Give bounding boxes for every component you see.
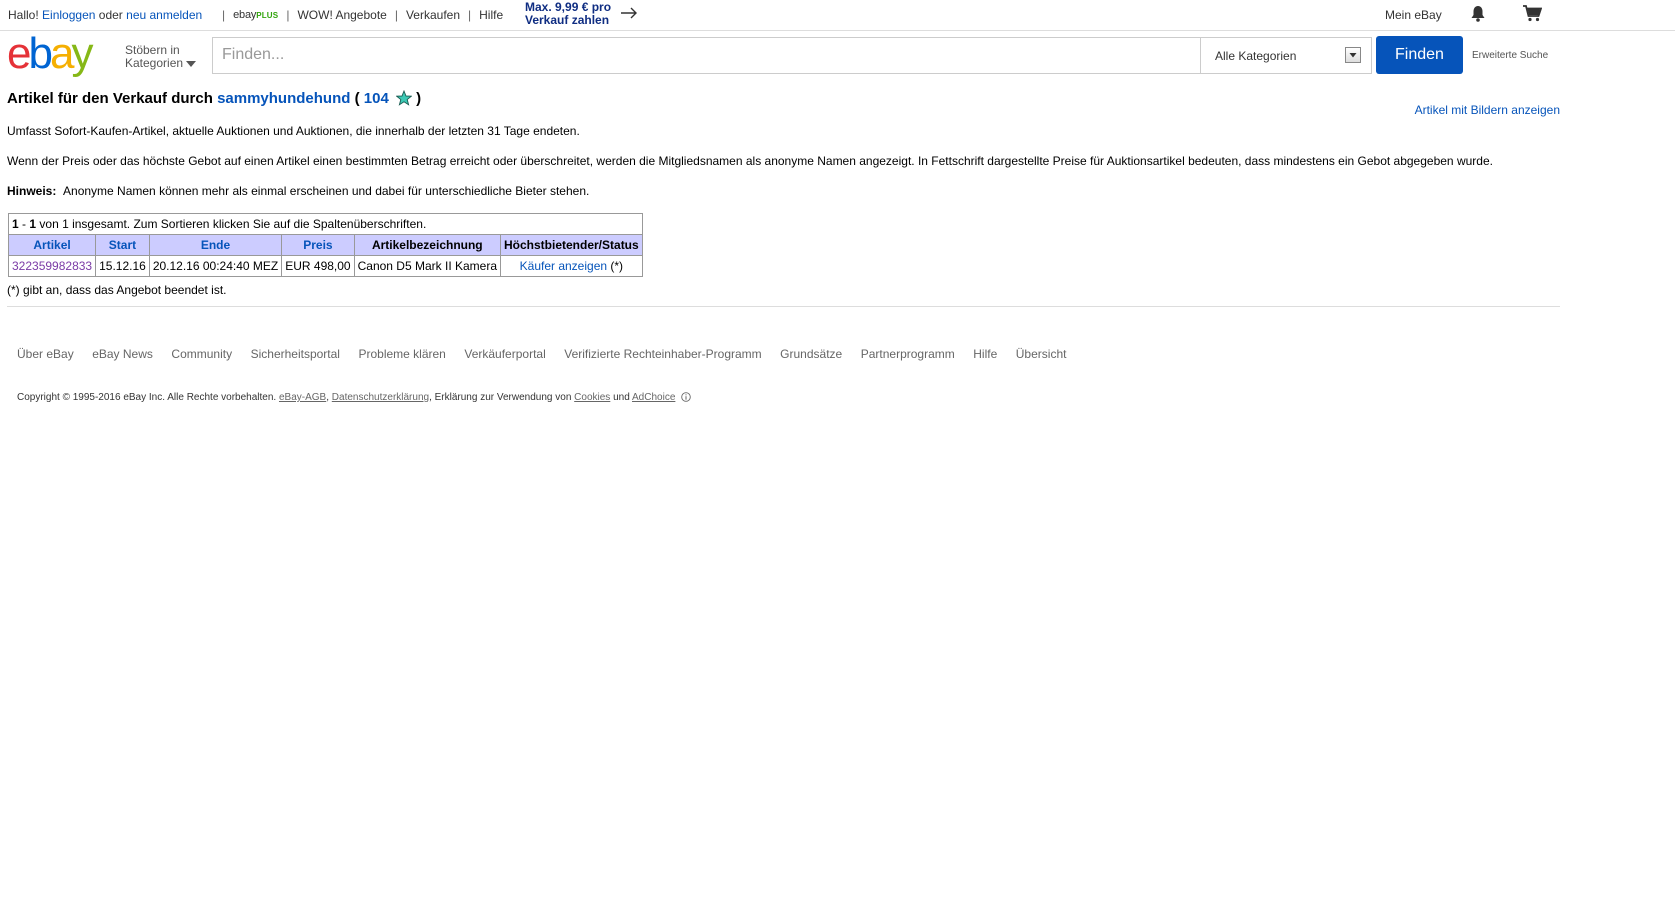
promo-banner[interactable]: Max. 9,99 € pro Verkauf zahlen [525,1,611,27]
price-cell: EUR 498,00 [281,255,355,277]
comma: , [326,392,330,403]
ended-mark: (*) [610,259,624,273]
ebay-plus-suffix: PLUS [256,11,279,20]
adchoice-link[interactable]: AdChoice [632,392,675,403]
chevron-down-icon[interactable] [186,54,196,72]
privacy-link[interactable]: Datenschutzerklärung [332,392,429,403]
svg-text:ebay: ebay [7,32,93,78]
footer-link-news[interactable]: eBay News [92,347,153,361]
cookies-link[interactable]: Cookies [574,392,610,403]
footer-link-security[interactable]: Sicherheitsportal [251,347,340,361]
anonymity-text: Wenn der Preis oder das höchste Gebot au… [7,154,1493,168]
status-cell: Käufer anzeigen (*) [500,255,643,277]
divider: | [222,8,226,22]
footer-link-partner[interactable]: Partnerprogramm [861,347,955,361]
footer-link-community[interactable]: Community [171,347,232,361]
search-button[interactable]: Finden [1376,36,1463,74]
top-bar: Hallo! Einloggen oder neu anmelden | eba… [0,0,1675,31]
divider: | [286,8,290,22]
footer-link-about[interactable]: Über eBay [17,347,74,361]
copyright: Copyright © 1995-2016 eBay Inc. Alle Rec… [17,392,691,405]
column-header-status: Höchstbietender/Status [500,234,643,256]
item-title-cell: Canon D5 Mark II Kamera [353,255,502,277]
range-text: von 1 insgesamt. Zum Sortieren klicken S… [39,217,427,231]
sell-link[interactable]: Verkaufen [406,8,460,22]
footer-link-resolution[interactable]: Probleme klären [358,347,445,361]
column-header-end[interactable]: Ende [148,234,283,256]
footer-link-seller-portal[interactable]: Verkäuferportal [464,347,545,361]
column-header-title: Artikelbezeichnung [353,234,502,256]
bell-icon[interactable] [1470,5,1486,25]
items-table: 1 - 1 von 1 insgesamt. Zum Sortieren kli… [7,213,643,277]
or-text: oder [98,8,123,22]
table-header-row: Artikel Start Ende Preis Artikelbezeichn… [7,234,643,256]
footer-link-help[interactable]: Hilfe [973,347,997,361]
arrow-right-icon [620,6,638,23]
table-caption-row: 1 - 1 von 1 insgesamt. Zum Sortieren kli… [8,213,643,235]
end-date-cell: 20.12.16 00:24:40 MEZ [148,255,283,277]
ebay-logo[interactable]: ebay [7,29,119,78]
range-from: 1 [12,217,19,231]
top-menu: | ebayPLUS | WOW! Angebote | Verkaufen |… [214,8,503,22]
table-row: 322359982833 15.12.16 20.12.16 00:24:40 … [7,255,643,277]
item-id-link[interactable]: 322359982833 [7,255,97,277]
greeting-prefix: Hallo! [8,8,39,22]
divider: | [468,8,472,22]
cookies-prefix: , Erklärung zur Verwendung von [429,392,572,403]
wow-deals-link[interactable]: WOW! Angebote [297,8,386,22]
close-paren: ) [416,90,422,107]
info-icon[interactable] [681,392,691,405]
seller-link[interactable]: sammyhundehund [217,90,350,107]
page-title: Artikel für den Verkauf durch sammyhunde… [7,89,422,110]
browse-line2: Kategorien [125,56,184,70]
help-link[interactable]: Hilfe [479,8,503,22]
range-to: 1 [29,217,37,231]
terms-link[interactable]: eBay-AGB [279,392,326,403]
ebay-plus-prefix: ebay [233,9,257,21]
start-date-cell: 15.12.16 [95,255,150,277]
search-input[interactable] [213,38,1191,71]
greeting: Hallo! Einloggen oder neu anmelden [8,8,202,22]
range-dash: - [22,217,27,231]
footnote: (*) gibt an, dass das Angebot beendet is… [7,283,227,297]
divider: | [394,8,398,22]
promo-line2: Verkauf zahlen [525,13,610,27]
advanced-search-link[interactable]: Erweiterte Suche [1472,50,1548,61]
ebay-plus-link[interactable]: ebayPLUS [233,9,278,21]
title-prefix: Artikel für den Verkauf durch [7,90,213,107]
open-paren: ( [354,90,360,107]
footer-link-policies[interactable]: Grundsätze [780,347,842,361]
login-link[interactable]: Einloggen [42,8,95,22]
note-text: Hinweis: Anonyme Namen können mehr als e… [7,184,589,198]
star-icon[interactable] [395,89,413,110]
category-selected: Alle Kategorien [1215,49,1297,63]
register-link[interactable]: neu anmelden [126,8,202,22]
note-body: Anonyme Namen können mehr als einmal ers… [63,184,590,198]
cart-icon[interactable] [1522,4,1543,25]
footer-link-vero[interactable]: Verifizierte Rechteinhaber-Programm [564,347,761,361]
copyright-text: Copyright © 1995-2016 eBay Inc. Alle Rec… [17,392,277,403]
footer-links: Über eBay eBay News Community Sicherheit… [17,347,1085,361]
result-count: 1 - 1 von 1 insgesamt. Zum Sortieren kli… [8,213,643,235]
intro-text: Umfasst Sofort-Kaufen-Artikel, aktuelle … [7,124,580,138]
my-ebay-link[interactable]: Mein eBay [1385,8,1442,22]
column-header-price[interactable]: Preis [281,234,355,256]
show-buyer-link[interactable]: Käufer anzeigen [520,259,607,273]
divider [7,306,1560,307]
column-header-start[interactable]: Start [95,234,150,256]
show-with-pictures-link[interactable]: Artikel mit Bildern anzeigen [1415,103,1560,117]
column-header-item[interactable]: Artikel [7,234,97,256]
and-text: und [613,392,630,403]
dropdown-arrow-icon[interactable] [1345,47,1361,63]
feedback-score-link[interactable]: 104 [364,90,389,107]
browse-categories-button[interactable]: Stöbern in Kategorien [125,44,183,70]
note-label: Hinweis: [7,184,57,198]
footer-link-sitemap[interactable]: Übersicht [1016,347,1067,361]
category-select[interactable]: Alle Kategorien [1200,37,1372,74]
search-box [212,37,1200,74]
